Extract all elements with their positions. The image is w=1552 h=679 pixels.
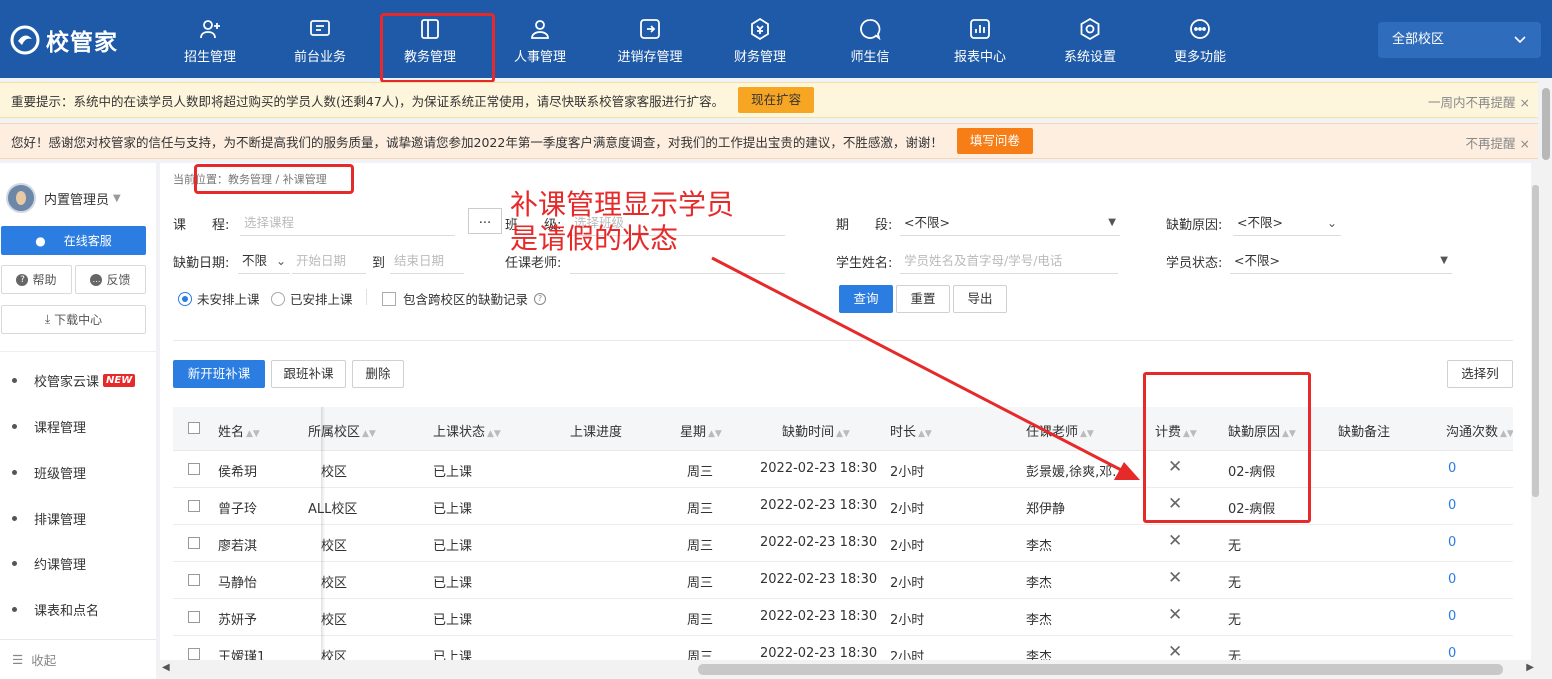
table-horizontal-scrollbar[interactable]: ◀ ▶ [156,660,1540,679]
scroll-left-icon[interactable]: ◀ [162,662,170,673]
annotation-arrow-line [711,256,1126,474]
annotation-arrow-head [1114,462,1140,480]
annotation-arrow [711,256,1140,480]
scroll-right-icon[interactable]: ▶ [1526,662,1534,673]
horizontal-scrollbar-thumb[interactable] [698,664,1503,675]
content-scrollbar-thumb[interactable] [1532,185,1539,497]
content-scrollbar[interactable] [1531,163,1540,660]
